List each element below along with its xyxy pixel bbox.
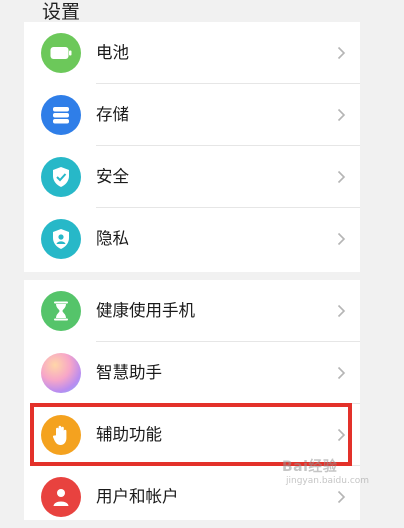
settings-item-security[interactable]: 安全 (24, 146, 360, 208)
assistant-orb-icon (41, 353, 81, 393)
chevron-right-icon (337, 170, 346, 184)
settings-item-smart-assistant[interactable]: 智慧助手 (24, 342, 360, 404)
chevron-right-icon (337, 46, 346, 60)
settings-item-label: 用户和帐户 (96, 487, 179, 506)
settings-item-label: 安全 (96, 167, 129, 186)
user-icon (41, 477, 81, 517)
privacy-icon (41, 219, 81, 259)
hourglass-icon (41, 291, 81, 331)
settings-item-label: 存储 (96, 105, 129, 124)
chevron-right-icon (337, 232, 346, 246)
settings-item-privacy[interactable]: 隐私 (24, 208, 360, 270)
storage-icon (41, 95, 81, 135)
watermark-subtext: jingyan.baidu.com (286, 476, 370, 486)
settings-item-battery[interactable]: 电池 (24, 22, 360, 84)
chevron-right-icon (337, 490, 346, 504)
hand-icon (41, 415, 81, 455)
settings-item-label: 健康使用手机 (96, 301, 195, 320)
settings-item-label: 隐私 (96, 229, 129, 248)
watermark: Bai经验 (282, 459, 338, 475)
chevron-right-icon (337, 428, 346, 442)
chevron-right-icon (337, 108, 346, 122)
chevron-right-icon (337, 366, 346, 380)
shield-icon (41, 157, 81, 197)
battery-icon (41, 33, 81, 73)
settings-item-label: 电池 (96, 43, 129, 62)
chevron-right-icon (337, 304, 346, 318)
settings-item-storage[interactable]: 存储 (24, 84, 360, 146)
settings-item-label: 辅助功能 (96, 425, 162, 444)
page-title: 设置 (42, 1, 81, 23)
settings-item-label: 智慧助手 (96, 363, 162, 382)
settings-group-1: 电池 存储 安全 隐私 (24, 22, 360, 272)
settings-item-digital-balance[interactable]: 健康使用手机 (24, 280, 360, 342)
